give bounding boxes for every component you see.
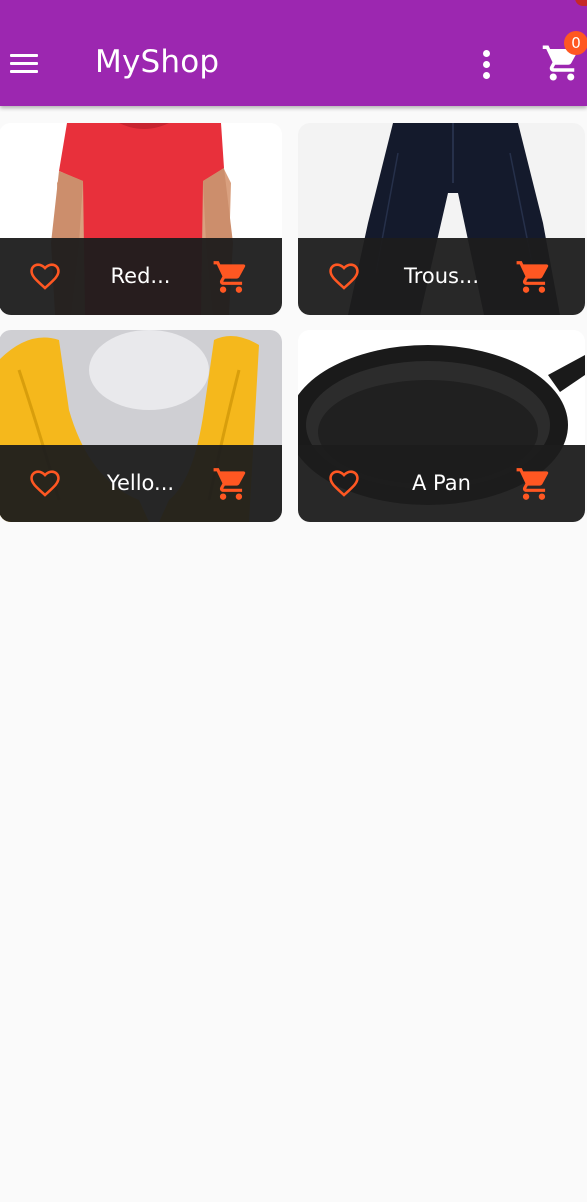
product-name: Red... (110, 264, 171, 288)
cart-count-badge: 0 (564, 31, 587, 55)
add-shopping-cart-icon[interactable] (515, 465, 553, 503)
more-vert-icon[interactable] (472, 46, 500, 82)
product-footer: Red... (0, 238, 282, 315)
favorite-border-icon[interactable] (27, 259, 63, 293)
product-footer: Trous... (298, 238, 585, 315)
product-footer: A Pan (298, 445, 585, 522)
product-name: Yello... (106, 471, 175, 495)
add-shopping-cart-icon[interactable] (515, 258, 553, 296)
favorite-border-icon[interactable] (326, 466, 362, 500)
favorite-border-icon[interactable] (326, 259, 362, 293)
product-name: A Pan (412, 471, 471, 495)
app-bar: MyShop 0 (0, 0, 587, 106)
menu-icon[interactable] (8, 48, 40, 80)
product-tile[interactable]: Yello... (0, 330, 282, 522)
product-footer: Yello... (0, 445, 282, 522)
add-shopping-cart-icon[interactable] (212, 258, 250, 296)
product-tile[interactable]: Trous... (298, 123, 585, 315)
debug-banner-corner (575, 0, 587, 6)
favorite-border-icon[interactable] (27, 466, 63, 500)
product-tile[interactable]: Red... (0, 123, 282, 315)
product-name: Trous... (403, 264, 480, 288)
product-tile[interactable]: A Pan (298, 330, 585, 522)
page-title: MyShop (95, 44, 220, 80)
add-shopping-cart-icon[interactable] (212, 465, 250, 503)
